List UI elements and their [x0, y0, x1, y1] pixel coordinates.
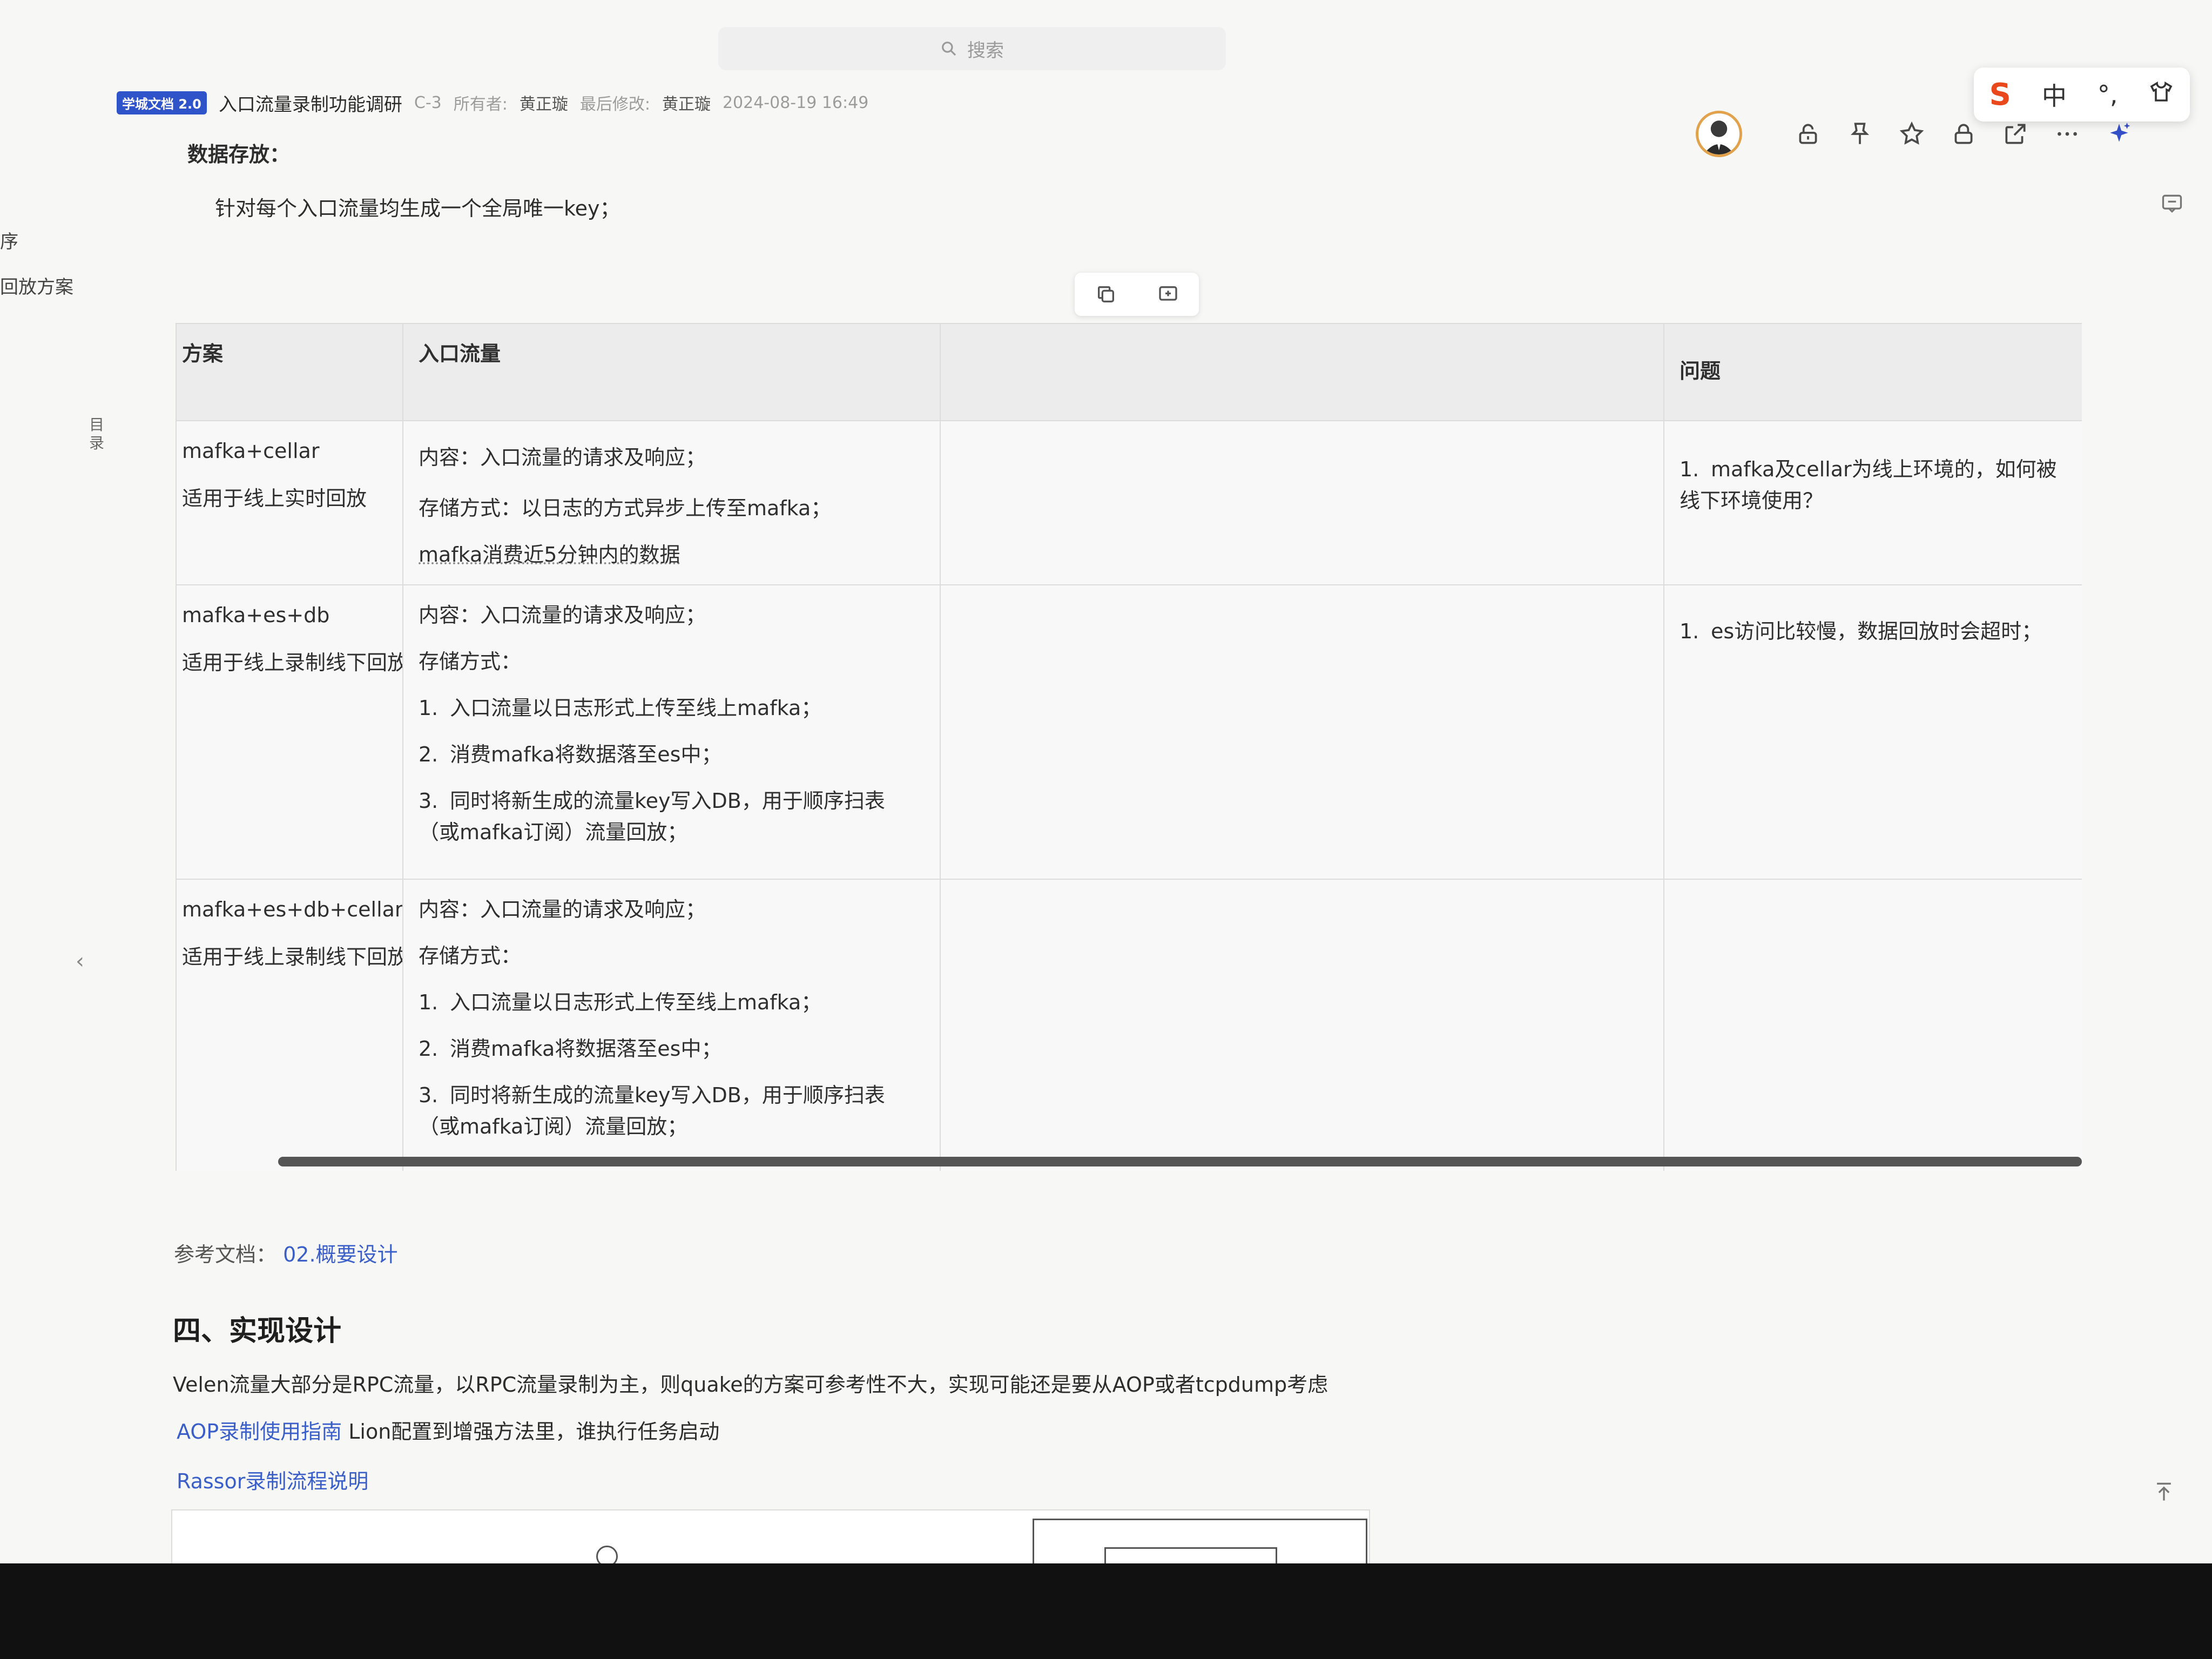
- pin-icon[interactable]: [1845, 119, 1875, 149]
- traffic-extra: mafka消费近5分钟内的数据: [419, 543, 680, 567]
- paragraph-text: Lion配置到增强方法里，谁执行任务启动: [342, 1420, 720, 1444]
- scheme-desc: 适用于线上实时回放: [182, 487, 367, 510]
- scheme-name: mafka+es+db+cellar: [182, 898, 403, 921]
- screen: 搜索 学城文档 2.0 入口流量录制功能调研 C-3 所有者: 黄正璇 最后修改…: [0, 0, 2212, 1563]
- reference-link[interactable]: 02.概要设计: [283, 1243, 397, 1266]
- step-item: 2. 消费mafka将数据落至es中；: [419, 743, 722, 766]
- step-item: 3. 同时将新生成的流量key写入DB，用于顺序扫表（或mafka订阅）流量回放；: [419, 1083, 885, 1138]
- scheme-table: 方案 入口流量 问题 mafka+cellar 适用于线上实时回放 内容：入口流…: [176, 323, 2082, 1171]
- traffic-content: 内容：入口流量的请求及响应；: [419, 446, 706, 469]
- issues-cell: 1. mafka及cellar为线上环境的，如何被线下环境使用？: [1663, 420, 2082, 585]
- collapse-sidebar-button[interactable]: ‹: [69, 940, 91, 983]
- version-tag: C-3: [414, 93, 442, 112]
- traffic-content: 内容：入口流量的请求及响应；: [419, 603, 706, 627]
- issue-item: 1. mafka及cellar为线上环境的，如何被线下环境使用？: [1680, 457, 2057, 512]
- sidebar-item-replay[interactable]: 回放方案: [0, 272, 73, 299]
- traffic-content: 内容：入口流量的请求及响应；: [419, 898, 706, 921]
- section-label: 数据存放：: [187, 143, 291, 166]
- owner-name[interactable]: 黄正璇: [520, 91, 568, 114]
- sidebar: 序 回放方案 目录 ‹: [0, 162, 113, 1539]
- scheme-name: mafka+cellar: [182, 439, 320, 463]
- issues-cell: 1. es访问比较慢，数据回放时会超时；: [1663, 584, 2082, 880]
- brand-badge[interactable]: 学城文档 2.0: [117, 91, 207, 114]
- table-header-cell: 入口流量: [402, 323, 941, 421]
- modifier-name[interactable]: 黄正璇: [662, 91, 711, 114]
- table-row: mafka+es+db 适用于线上录制线下回放 内容：入口流量的请求及响应； 存…: [176, 584, 2082, 880]
- sidebar-item-preface[interactable]: 序: [0, 227, 18, 253]
- empty-cell: [940, 879, 1664, 1171]
- step-item: 1. 入口流量以日志形式上传至线上mafka；: [419, 990, 822, 1014]
- table-row: mafka+es+db+cellar 适用于线上录制线下回放 内容：入口流量的请…: [176, 879, 2082, 1171]
- search-placeholder: 搜索: [967, 39, 1004, 62]
- step-item: 2. 消费mafka将数据落至es中；: [419, 1037, 722, 1061]
- scheme-name: mafka+es+db: [182, 603, 330, 627]
- scheme-cell: mafka+es+db+cellar 适用于线上录制线下回放: [176, 879, 403, 1171]
- traffic-storage: 存储方式：: [419, 944, 522, 968]
- traffic-cell: 内容：入口流量的请求及响应； 存储方式： 1. 入口流量以日志形式上传至线上maf…: [402, 584, 941, 880]
- owner-label: 所有者:: [453, 95, 508, 114]
- search-bar[interactable]: 搜索: [718, 27, 1226, 70]
- back-to-top-icon[interactable]: [2152, 1480, 2179, 1507]
- add-comment-icon[interactable]: [1157, 284, 1179, 305]
- section-title: 四、实现设计: [173, 1315, 342, 1347]
- table-horizontal-scrollbar[interactable]: [278, 1157, 2082, 1166]
- share-lock-icon[interactable]: [1793, 119, 1823, 149]
- search-icon: [942, 42, 956, 56]
- step-item: 1. 入口流量以日志形式上传至线上mafka；: [419, 696, 822, 720]
- toc-label[interactable]: 目录: [89, 416, 105, 453]
- scheme-cell: mafka+cellar 适用于线上实时回放: [176, 420, 403, 585]
- avatar-person-icon: [1703, 120, 1735, 154]
- issues-cell: [1663, 879, 2082, 1171]
- empty-cell: [940, 584, 1664, 880]
- paragraph: Velen流量大部分是RPC流量，以RPC流量录制为主，则quake的方案可参考…: [173, 1373, 1328, 1397]
- modified-label: 最后修改:: [579, 95, 650, 114]
- modified-time: 2024-08-19 16:49: [722, 93, 869, 112]
- step-item: 3. 同时将新生成的流量key写入DB，用于顺序扫表（或mafka订阅）流量回放；: [419, 789, 885, 844]
- lock-icon[interactable]: [1948, 119, 1979, 149]
- doc-toolbar: [1793, 119, 2134, 149]
- table-tools: [1075, 273, 1199, 316]
- diagram-node: [1033, 1519, 1367, 1563]
- traffic-cell: 内容：入口流量的请求及响应； 存储方式：以日志的方式异步上传至mafka； ma…: [402, 420, 941, 585]
- table-header-row: 方案 入口流量 问题: [176, 323, 2082, 421]
- ime-punctuation[interactable]: °,: [2098, 80, 2118, 109]
- table-header-cell: [940, 323, 1664, 421]
- ime-toolbar: S 中 °,: [1974, 68, 2190, 122]
- paragraph: AOP录制使用指南 Lion配置到增强方法里，谁执行任务启动: [177, 1415, 719, 1445]
- star-icon[interactable]: [1897, 119, 1927, 149]
- ai-sparkle-icon[interactable]: [2104, 119, 2134, 149]
- table-header-cell: 问题: [1663, 323, 2082, 421]
- traffic-cell: 内容：入口流量的请求及响应； 存储方式： 1. 入口流量以日志形式上传至线上maf…: [402, 879, 941, 1171]
- diagram-node: [1104, 1547, 1277, 1563]
- avatar[interactable]: [1696, 111, 1742, 157]
- traffic-storage: 存储方式：: [419, 650, 522, 673]
- monitor-bezel: [0, 1563, 2212, 1659]
- issue-item: 1. es访问比较慢，数据回放时会超时；: [1680, 619, 2042, 643]
- table-header-cell: 方案: [176, 323, 403, 421]
- more-icon[interactable]: [2052, 119, 2082, 149]
- doc-header: 学城文档 2.0 入口流量录制功能调研 C-3 所有者: 黄正璇 最后修改: 黄…: [117, 86, 868, 119]
- doc-title: 入口流量录制功能调研: [218, 93, 402, 116]
- diagram-node: [596, 1546, 618, 1563]
- ime-mode[interactable]: 中: [2042, 77, 2067, 112]
- aop-guide-link[interactable]: AOP录制使用指南: [177, 1420, 342, 1444]
- open-external-icon[interactable]: [2000, 119, 2031, 149]
- comment-icon[interactable]: [2160, 192, 2187, 219]
- ime-logo[interactable]: S: [1990, 77, 2011, 112]
- table-row: mafka+cellar 适用于线上实时回放 内容：入口流量的请求及响应； 存储…: [176, 420, 2082, 585]
- reference-line: 参考文档： 02.概要设计: [174, 1238, 398, 1267]
- diagram-preview[interactable]: [171, 1509, 1370, 1563]
- reference-label: 参考文档：: [174, 1243, 277, 1266]
- scheme-cell: mafka+es+db 适用于线上录制线下回放: [176, 584, 403, 880]
- rassor-flow-link[interactable]: Rassor录制流程说明: [177, 1465, 368, 1494]
- ime-skin-icon[interactable]: [2148, 79, 2174, 111]
- section-line: 针对每个入口流量均生成一个全局唯一key；: [215, 197, 621, 220]
- empty-cell: [940, 420, 1664, 585]
- scheme-desc: 适用于线上录制线下回放: [182, 651, 403, 675]
- scheme-desc: 适用于线上录制线下回放: [182, 945, 403, 969]
- copy-icon[interactable]: [1095, 284, 1117, 305]
- traffic-storage: 存储方式：以日志的方式异步上传至mafka；: [419, 496, 832, 520]
